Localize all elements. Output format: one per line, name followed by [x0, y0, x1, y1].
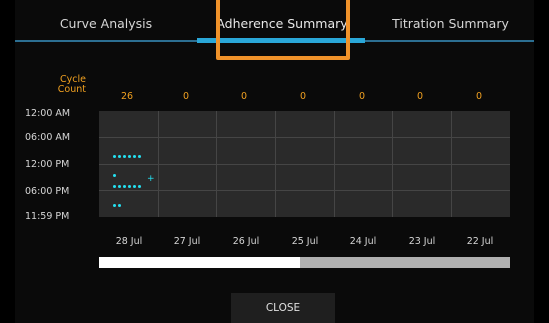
cycle-count-27-jul: 0 — [182, 91, 190, 102]
time-label-4: 11:59 PM — [25, 211, 70, 222]
date-scroll-thumb[interactable] — [99, 257, 301, 268]
cycle-count-25-jul: 0 — [299, 91, 307, 102]
time-label-3: 06:00 PM — [25, 186, 70, 197]
cycle-count-22-jul: 0 — [475, 91, 483, 102]
adherence-grid — [99, 111, 510, 217]
cycle-count-label: Cycle Count — [57, 74, 86, 95]
dose-dots-evening — [113, 175, 145, 213]
date-scroll-bar[interactable] — [99, 257, 510, 268]
date-label-1: 27 Jul — [173, 236, 201, 247]
date-label-6: 22 Jul — [466, 236, 494, 247]
cycle-count-24-jul: 0 — [358, 91, 366, 102]
date-label-0: 28 Jul — [115, 236, 143, 247]
grid-hline — [99, 164, 510, 165]
highlight-box — [216, 0, 350, 60]
more-doses-plus-icon: + — [147, 174, 155, 184]
tab-curve-analysis[interactable]: Curve Analysis — [15, 0, 197, 44]
cycle-count-26-jul: 0 — [240, 91, 248, 102]
cycle-count-28-jul: 26 — [120, 91, 134, 102]
time-label-2: 12:00 PM — [25, 159, 70, 170]
date-label-5: 23 Jul — [408, 236, 436, 247]
cycle-count-23-jul: 0 — [416, 91, 424, 102]
date-label-3: 25 Jul — [291, 236, 319, 247]
date-label-4: 24 Jul — [349, 236, 377, 247]
close-button[interactable]: CLOSE — [231, 293, 335, 323]
date-label-2: 26 Jul — [232, 236, 260, 247]
tab-titration-summary[interactable]: Titration Summary — [367, 0, 534, 44]
time-label-0: 12:00 AM — [25, 108, 71, 119]
time-label-1: 06:00 AM — [25, 132, 71, 143]
grid-hline — [99, 190, 510, 191]
grid-hline — [99, 137, 510, 138]
